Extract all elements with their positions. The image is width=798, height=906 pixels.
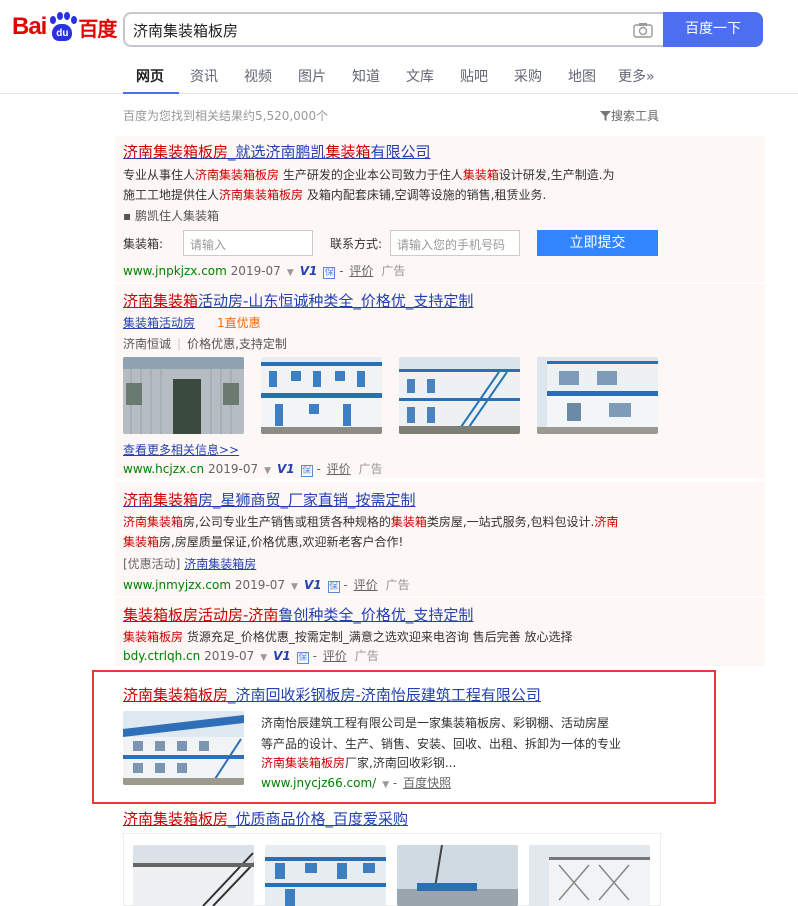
container-input[interactable]: 请输入: [183, 230, 313, 256]
result-5-desc-line-1: 济南怡辰建筑工程有限公司是一家集装箱板房、彩钢棚、活动房屋: [261, 716, 610, 730]
result-4-desc: 集装箱板房 货源充足_价格优惠_按需定制_满意之选欢迎来电咨询 售后完善 放心选…: [123, 630, 573, 644]
result-2-url[interactable]: www.hcjzx.cn: [123, 462, 204, 476]
dropdown-arrow-icon[interactable]: ▼: [260, 653, 267, 663]
tab-zhidao[interactable]: 知道: [352, 66, 380, 86]
form-label-contact: 联系方式:: [330, 237, 383, 251]
dropdown-arrow-icon[interactable]: ▼: [287, 268, 294, 278]
result-3-desc-line-1: 济南集装箱房,公司专业生产销售或租赁各种规格的集装箱类房屋,一站式服务,包料包设…: [123, 515, 619, 529]
result-5-image[interactable]: [123, 711, 244, 785]
search-query-text: 济南集装箱板房: [133, 22, 239, 40]
result-3-url-line: www.jnmyjzx.com 2019-07 ▼ V1 保 - 评价 广告: [123, 578, 410, 593]
v1-badge[interactable]: V1: [304, 578, 322, 592]
logo-text-bai: Bai: [12, 13, 47, 40]
result-4-url-line: bdy.ctrlqh.cn 2019-07 ▼ V1 保 - 评价 广告: [123, 649, 379, 664]
tab-news[interactable]: 资讯: [190, 66, 218, 86]
search-tools-button[interactable]: 搜索工具: [600, 107, 659, 124]
v1-badge[interactable]: V1: [277, 462, 295, 476]
v1-badge[interactable]: V1: [273, 649, 291, 663]
active-tab-underline: [123, 92, 179, 94]
result-5-url[interactable]: www.jnycjz66.com/: [261, 776, 376, 790]
result-2-image-2[interactable]: [261, 357, 382, 434]
result-2-image-3[interactable]: [399, 357, 520, 434]
tab-web[interactable]: 网页: [136, 66, 164, 86]
search-button[interactable]: 百度一下: [663, 12, 763, 47]
result-2-tags: 济南恒诚 | 价格优惠,支持定制: [123, 337, 287, 351]
tab-tieba[interactable]: 贴吧: [460, 66, 488, 86]
tab-more[interactable]: 更多»: [618, 66, 655, 86]
result-1-title[interactable]: 济南集装箱板房_就选济南鹏凯集装箱有限公司: [123, 141, 431, 162]
phone-input[interactable]: 请输入您的手机号码: [390, 230, 520, 256]
camera-icon[interactable]: [633, 22, 653, 38]
result-5-desc-line-2: 等产品的设计、生产、销售、安装、回收、出租、拆卸为一体的专业: [261, 737, 622, 751]
shield-badge-icon[interactable]: 保: [296, 652, 309, 664]
submit-button[interactable]: 立即提交: [537, 230, 658, 256]
result-count: 百度为您找到相关结果约5,520,000个: [123, 109, 329, 123]
review-link[interactable]: 评价: [349, 264, 373, 278]
result-1-desc-line-2: 施工工地提供住人济南集装箱板房 及箱内配套床铺,空调等设施的销售,租赁业务.: [123, 188, 547, 202]
result-2-image-4[interactable]: [537, 357, 658, 434]
result-2-sublink[interactable]: 集装箱活动房: [123, 316, 195, 330]
product-image-1[interactable]: [133, 845, 254, 906]
result-6-title[interactable]: 济南集装箱板房_优质商品价格_百度爱采购: [123, 808, 408, 829]
tab-map[interactable]: 地图: [568, 66, 596, 86]
result-3-desc-line-2: 集装箱房,房屋质量保证,价格优惠,欢迎新老客户合作!: [123, 535, 404, 549]
v1-badge[interactable]: V1: [300, 264, 318, 278]
result-1-desc-line-1: 专业从事住人济南集装箱板房 生产研发的企业本公司致力于住人集装箱设计研发,生产制…: [123, 168, 615, 182]
dropdown-arrow-icon[interactable]: ▼: [291, 582, 298, 592]
tab-video[interactable]: 视频: [244, 66, 272, 86]
dropdown-arrow-icon[interactable]: ▼: [264, 466, 271, 476]
result-4-title[interactable]: 集装箱板房活动房-济南鲁创种类全_价格优_支持定制: [123, 604, 473, 625]
tab-wenku[interactable]: 文库: [406, 66, 434, 86]
filter-icon: [600, 111, 611, 121]
result-4-url[interactable]: bdy.ctrlqh.cn: [123, 649, 200, 663]
baidu-logo[interactable]: Bai du 百度: [12, 10, 117, 44]
paw-icon: du: [47, 12, 78, 42]
form-label-container: 集装箱:: [123, 237, 164, 251]
result-5-url-line: www.jnycjz66.com/▼ - 百度快照: [261, 776, 452, 790]
snapshot-link[interactable]: 百度快照: [403, 776, 451, 790]
logo-text-du: du: [52, 24, 73, 41]
result-1-sublink[interactable]: ▪ 鹏凯住人集装箱: [123, 207, 219, 224]
result-2-title[interactable]: 济南集装箱活动房-山东恒诚种类全_价格优_支持定制: [123, 290, 473, 311]
product-image-2[interactable]: [265, 845, 386, 906]
review-link[interactable]: 评价: [354, 578, 378, 592]
result-5-desc-line-3: 济南集装箱板房厂家,济南回收彩钢...: [261, 756, 457, 770]
search-input[interactable]: 济南集装箱板房: [123, 12, 663, 47]
review-link[interactable]: 评价: [323, 649, 347, 663]
result-2-links: 集装箱活动房 1直优惠: [123, 314, 261, 331]
more-info-link[interactable]: 查看更多相关信息>>: [123, 441, 239, 458]
result-3-promo-link[interactable]: 济南集装箱房: [184, 557, 256, 571]
ad-label: 广告: [385, 578, 410, 592]
logo-text-cn: 百度: [78, 16, 117, 41]
search-tools-label: 搜索工具: [611, 109, 660, 123]
result-3-title[interactable]: 济南集装箱房_星狮商贸_厂家直销_按需定制: [123, 489, 416, 510]
result-3-url[interactable]: www.jnmyjzx.com: [123, 578, 231, 592]
shield-badge-icon[interactable]: 保: [300, 465, 313, 477]
product-image-3[interactable]: [397, 845, 518, 906]
ad-label: 广告: [354, 649, 379, 663]
result-5-title[interactable]: 济南集装箱板房_济南回收彩钢板房-济南怡辰建筑工程有限公司: [123, 684, 541, 705]
result-2-url-line: www.hcjzx.cn 2019-07 ▼ V1 保 - 评价 广告: [123, 462, 383, 477]
ad-label: 广告: [381, 264, 406, 278]
vertical-tabs: 网页 资讯 视频 图片 知道 文库 贴吧 采购 地图 更多»: [0, 58, 798, 94]
tab-images[interactable]: 图片: [298, 66, 326, 86]
result-2-image-1[interactable]: [123, 357, 244, 434]
result-1-url[interactable]: www.jnpkjzx.com: [123, 264, 227, 278]
header: Bai du 百度 济南集装箱板房 百度一下: [0, 0, 798, 58]
shield-badge-icon[interactable]: 保: [327, 581, 340, 593]
review-link[interactable]: 评价: [327, 462, 351, 476]
shield-badge-icon[interactable]: 保: [323, 267, 336, 279]
result-3-promo: [优惠活动] 济南集装箱房: [123, 557, 257, 571]
result-1-url-line: www.jnpkjzx.com 2019-07 ▼ V1 保 - 评价 广告: [123, 264, 406, 279]
promo-label: 1直优惠: [217, 316, 261, 330]
product-image-4[interactable]: [529, 845, 650, 906]
tab-caigou[interactable]: 采购: [514, 66, 542, 86]
ad-label: 广告: [358, 462, 383, 476]
